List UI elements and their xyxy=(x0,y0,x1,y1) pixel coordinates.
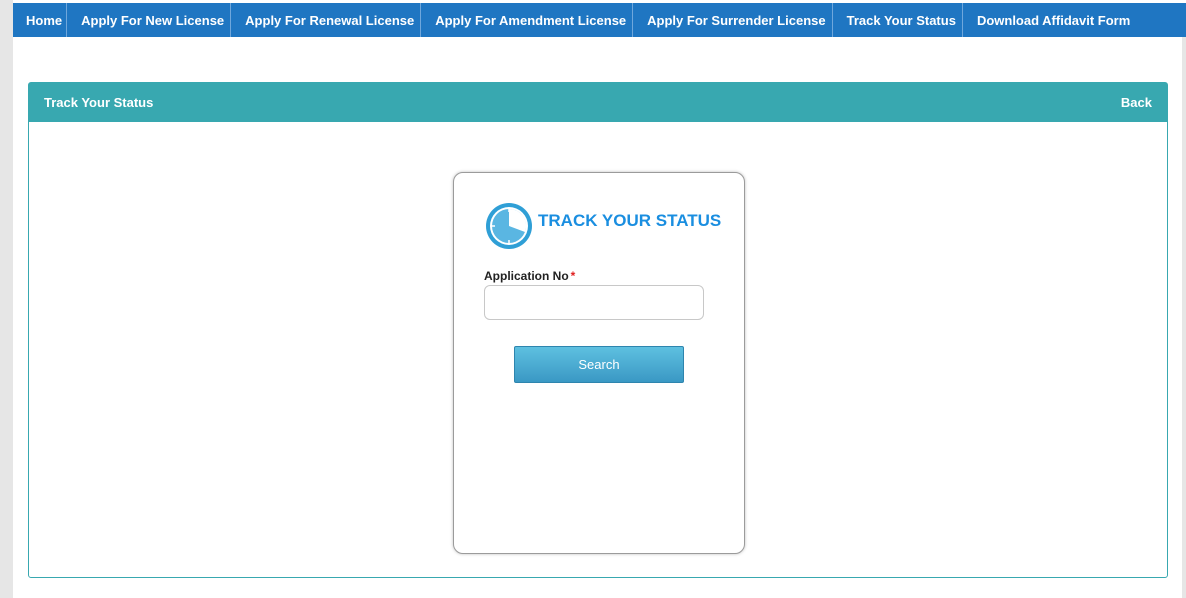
page-scroll-edge xyxy=(1182,37,1186,598)
application-no-input[interactable] xyxy=(484,285,704,320)
nav-download-affidavit[interactable]: Download Affidavit Form xyxy=(963,3,1136,37)
card-header: TRACK YOUR STATUS xyxy=(484,201,721,251)
nav-apply-surrender-license[interactable]: Apply For Surrender License xyxy=(633,3,833,37)
nav-home[interactable]: Home xyxy=(13,3,68,37)
nav-apply-amendment-license[interactable]: Apply For Amendment License xyxy=(421,3,634,37)
application-no-label-text: Application No xyxy=(484,269,569,283)
card-title: TRACK YOUR STATUS xyxy=(538,211,722,230)
application-no-label: Application No * xyxy=(484,269,575,283)
nav-track-status[interactable]: Track Your Status xyxy=(833,3,963,37)
top-navbar: Home Apply For New License Apply For Ren… xyxy=(13,3,1186,37)
track-status-card: TRACK YOUR STATUS Application No * Search xyxy=(453,172,745,554)
nav-apply-new-license[interactable]: Apply For New License xyxy=(67,3,232,37)
panel-header: Track Your Status Back xyxy=(29,83,1167,122)
back-link[interactable]: Back xyxy=(1121,95,1152,110)
panel-title: Track Your Status xyxy=(44,95,154,110)
clock-icon xyxy=(486,203,532,249)
nav-apply-renewal-license[interactable]: Apply For Renewal License xyxy=(231,3,422,37)
track-status-panel: Track Your Status Back TRACK YOUR STATUS… xyxy=(28,82,1168,578)
search-button[interactable]: Search xyxy=(514,346,684,383)
required-marker: * xyxy=(570,269,576,283)
